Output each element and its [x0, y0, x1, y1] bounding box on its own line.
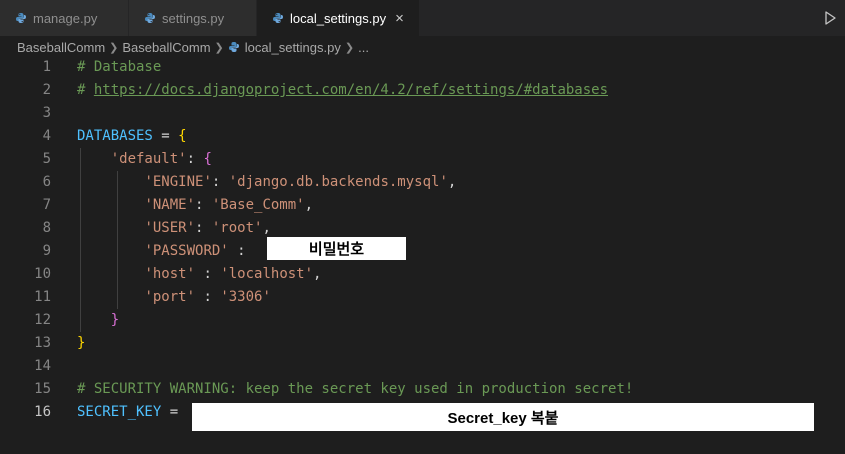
- breadcrumb-item[interactable]: BaseballComm: [122, 40, 210, 55]
- tab-label: manage.py: [33, 10, 98, 26]
- code-line: 15 # SECURITY WARNING: keep the secret k…: [0, 378, 845, 401]
- code-line: 4 DATABASES = {: [0, 125, 845, 148]
- code-line: 2 # https://docs.djangoproject.com/en/4.…: [0, 79, 845, 102]
- line-number: 5: [42, 151, 51, 167]
- code-text: 'port' : '3306': [144, 289, 271, 305]
- code-line: 3: [0, 102, 845, 125]
- line-number: 10: [34, 266, 51, 282]
- line-number: 9: [42, 243, 51, 259]
- line-number: 1: [42, 59, 51, 75]
- code-text: }: [110, 312, 120, 328]
- python-file-icon: [145, 13, 155, 23]
- line-number: 13: [34, 335, 51, 351]
- line-number: 8: [42, 220, 51, 236]
- breadcrumb-item[interactable]: BaseballComm: [17, 40, 105, 55]
- code-text: 'USER': 'root',: [144, 220, 271, 236]
- code-line: 11 'port' : '3306': [0, 286, 845, 309]
- line-number: 15: [34, 381, 51, 397]
- code-line: 12 }: [0, 309, 845, 332]
- code-line: 1 # Database: [0, 56, 845, 79]
- line-number: 11: [34, 289, 51, 305]
- code-line: 14: [0, 355, 845, 378]
- code-text: SECRET_KEY =: [77, 404, 187, 420]
- chevron-right-icon: ❯: [214, 41, 224, 54]
- line-number: 14: [34, 358, 51, 374]
- code-text: 'NAME': 'Base_Comm',: [144, 197, 314, 213]
- chevron-right-icon: ❯: [109, 41, 119, 54]
- code-text: # Database: [77, 59, 162, 75]
- code-line: 13 }: [0, 332, 845, 355]
- code-line: 8 'USER': 'root',: [0, 217, 845, 240]
- code-line: 6 'ENGINE': 'django.db.backends.mysql',: [0, 171, 845, 194]
- code-line: 9 'PASSWORD' :: [0, 240, 845, 263]
- password-redaction-box: 비밀번호: [267, 237, 406, 260]
- code-text: 'host' : 'localhost',: [144, 266, 322, 282]
- doc-link[interactable]: https://docs.djangoproject.com/en/4.2/re…: [94, 82, 608, 98]
- code-line: 7 'NAME': 'Base_Comm',: [0, 194, 845, 217]
- code-text: # SECURITY WARNING: keep the secret key …: [77, 381, 634, 397]
- breadcrumb-item[interactable]: local_settings.py: [245, 40, 341, 55]
- line-number: 7: [42, 197, 51, 213]
- breadcrumb: BaseballComm ❯ BaseballComm ❯ local_sett…: [0, 36, 845, 58]
- code-line: 10 'host' : 'localhost',: [0, 263, 845, 286]
- line-number: 3: [42, 105, 51, 121]
- tab-local-settings-py[interactable]: local_settings.py ×: [257, 0, 420, 36]
- tab-label: local_settings.py: [290, 10, 387, 26]
- python-file-icon: [228, 42, 239, 52]
- code-text: }: [77, 335, 86, 351]
- python-file-icon: [16, 13, 26, 23]
- code-text: 'ENGINE': 'django.db.backends.mysql',: [144, 174, 457, 190]
- code-text: 'PASSWORD' :: [144, 243, 255, 259]
- code-line: 5 'default': {: [0, 148, 845, 171]
- line-number: 6: [42, 174, 51, 190]
- line-number: 16: [34, 404, 51, 420]
- python-file-icon: [273, 13, 283, 23]
- tab-bar: manage.py settings.py local_settings.py …: [0, 0, 845, 36]
- secret-key-redaction-box: Secret_key 복붙: [192, 403, 814, 431]
- line-number: 4: [42, 128, 51, 144]
- tab-settings-py[interactable]: settings.py: [129, 0, 257, 36]
- code-text: # https://docs.djangoproject.com/en/4.2/…: [77, 82, 609, 98]
- tab-label: settings.py: [162, 10, 225, 26]
- line-number: 2: [42, 82, 51, 98]
- close-icon[interactable]: ×: [395, 10, 404, 27]
- line-number: 12: [34, 312, 51, 328]
- tab-manage-py[interactable]: manage.py: [0, 0, 129, 36]
- run-triangle-icon[interactable]: [823, 10, 837, 26]
- code-text: DATABASES = {: [77, 128, 187, 144]
- code-text: 'default': {: [110, 151, 212, 167]
- breadcrumb-item[interactable]: ...: [358, 40, 369, 55]
- chevron-right-icon: ❯: [344, 41, 355, 54]
